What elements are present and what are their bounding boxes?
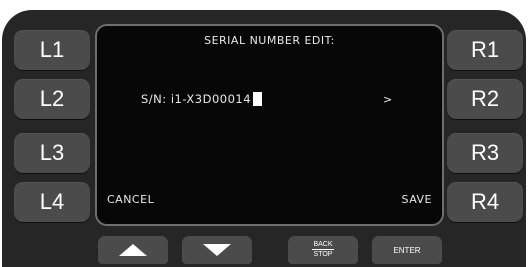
up-triangle-icon (119, 244, 147, 256)
display-screen: SERIAL NUMBER EDIT: S/N: i1-X3D00014 > C… (95, 24, 444, 226)
screen-title: SERIAL NUMBER EDIT: (204, 34, 335, 47)
l4-button[interactable]: L4 (14, 182, 90, 222)
r3-button[interactable]: R3 (447, 133, 523, 173)
up-button[interactable] (98, 236, 168, 264)
l1-button[interactable]: L1 (14, 30, 90, 70)
serial-value: i1-X3D00014 (170, 92, 252, 106)
serial-prefix-label: S/N: (141, 92, 171, 106)
back-stop-button[interactable]: BACK STOP (288, 236, 358, 264)
save-softkey-label: SAVE (401, 193, 432, 206)
r2-button[interactable]: R2 (447, 79, 523, 119)
stop-label: STOP (313, 251, 333, 258)
next-arrow-indicator: > (383, 93, 393, 106)
l3-button[interactable]: L3 (14, 133, 90, 173)
r4-button[interactable]: R4 (447, 182, 523, 222)
down-button[interactable] (182, 236, 252, 264)
cancel-softkey-label: CANCEL (107, 193, 155, 206)
back-label: BACK (312, 241, 334, 250)
text-cursor (253, 92, 263, 106)
r1-button[interactable]: R1 (447, 30, 523, 70)
l2-button[interactable]: L2 (14, 79, 90, 119)
serial-number-field[interactable]: S/N: i1-X3D00014 (141, 92, 263, 106)
enter-button[interactable]: ENTER (372, 236, 442, 264)
down-triangle-icon (203, 244, 231, 256)
